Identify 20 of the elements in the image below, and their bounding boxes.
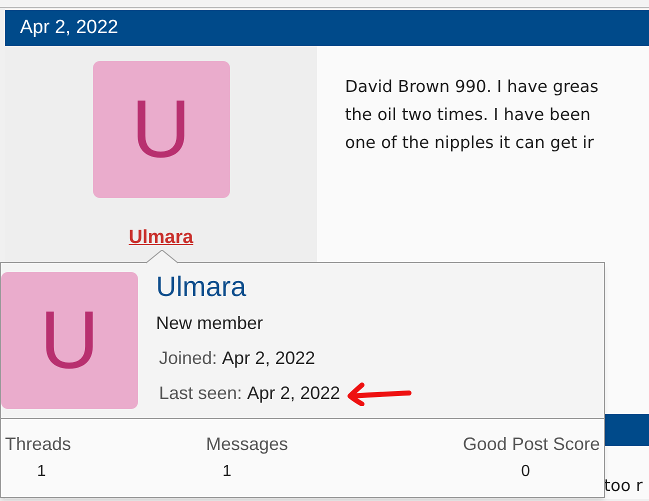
stat-value: 1 bbox=[37, 462, 46, 482]
stat-value: 0 bbox=[521, 462, 530, 482]
message-text: too r bbox=[604, 476, 643, 495]
stat-label: Good Post Score bbox=[462, 433, 600, 456]
stat-label: Messages bbox=[206, 433, 288, 456]
username-link[interactable]: Ulmara bbox=[128, 224, 194, 252]
avatar[interactable]: U bbox=[1, 272, 138, 409]
detail-value: Apr 2, 2022 bbox=[247, 382, 340, 405]
stat-value: 1 bbox=[222, 462, 232, 482]
detail-value: Apr 2, 2022 bbox=[222, 347, 316, 370]
message-text: David Brown 990. I have greas bbox=[345, 76, 598, 98]
post-date-bar: Apr 2, 2022 bbox=[5, 10, 649, 46]
message-text: the oil two times. I have been bbox=[345, 104, 592, 126]
detail-label: Joined: bbox=[159, 347, 218, 370]
stat-label: Threads bbox=[5, 433, 72, 456]
message-text: one of the nipples it can get ir bbox=[345, 132, 595, 154]
user-title: New member bbox=[156, 312, 264, 335]
username-link[interactable]: Ulmara bbox=[156, 272, 412, 302]
detail-label: Last seen: bbox=[159, 382, 242, 405]
avatar[interactable]: U bbox=[92, 61, 230, 198]
